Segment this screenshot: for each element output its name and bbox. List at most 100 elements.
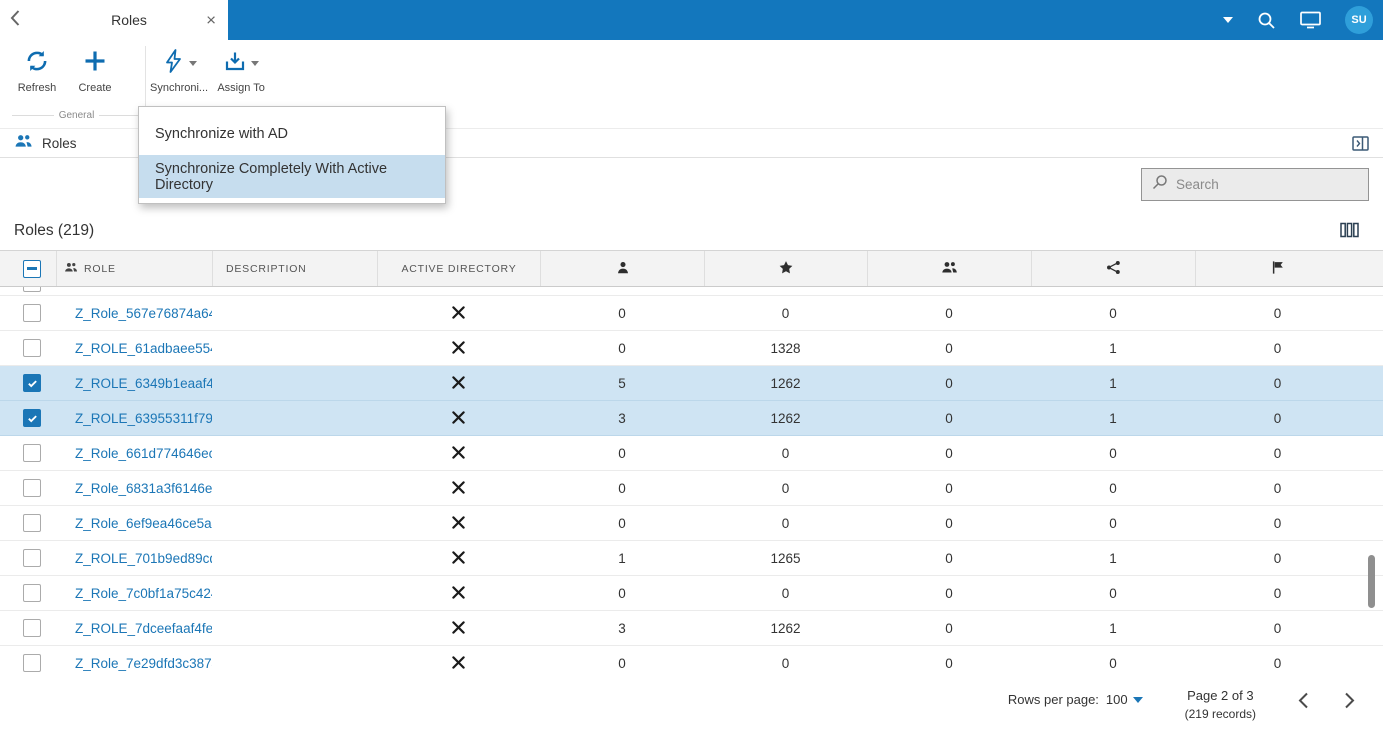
count-cell: 0 — [1109, 480, 1117, 496]
role-link[interactable]: Z_Role_7e29dfd3c387403 — [75, 656, 212, 671]
count-cell: 1 — [1109, 620, 1117, 636]
collapse-panel-icon[interactable] — [1352, 135, 1369, 151]
row-checkbox[interactable] — [23, 654, 41, 672]
table-header: ROLE DESCRIPTION ACTIVE DIRECTORY — [0, 250, 1383, 287]
count-cell: 0 — [618, 585, 626, 601]
count-cell: 0 — [618, 515, 626, 531]
table-row[interactable]: Z_ROLE_63955311f79c49 3 1262 0 1 0 — [0, 401, 1383, 436]
count-cell: 0 — [1109, 655, 1117, 671]
table-row[interactable]: Z_Role_661d774646ec406 0 0 0 0 0 — [0, 436, 1383, 471]
refresh-icon — [24, 48, 50, 79]
rows-per-page: Rows per page: 100 — [1008, 692, 1143, 707]
table-row[interactable]: Z_Role_6831a3f6146e440 0 0 0 0 0 — [0, 471, 1383, 506]
menu-item-synchronize-completely[interactable]: Synchronize Completely With Active Direc… — [139, 155, 445, 198]
tab-close-icon[interactable]: × — [206, 12, 216, 29]
topbar-dropdown-caret[interactable] — [1223, 17, 1233, 23]
count-cell: 0 — [781, 445, 790, 461]
table-row[interactable]: Z_Role_7c0bf1a75c424fa6 0 0 0 0 0 — [0, 576, 1383, 611]
pager — [1298, 692, 1355, 709]
person-icon — [616, 260, 630, 278]
count-cell: 0 — [781, 585, 790, 601]
cross-icon — [452, 585, 465, 599]
row-checkbox[interactable] — [23, 479, 41, 497]
role-link[interactable]: Z_Role_661d774646ec406 — [75, 446, 212, 461]
count-cell: 1 — [1109, 410, 1117, 426]
scrollbar-thumb[interactable] — [1368, 555, 1375, 608]
count-cell: 0 — [1273, 480, 1282, 496]
column-header-description[interactable]: DESCRIPTION — [212, 251, 377, 286]
page-label: Page 2 of 3 — [1187, 688, 1254, 703]
search-field — [1141, 168, 1369, 201]
row-checkbox[interactable] — [23, 444, 41, 462]
tab-label: Roles — [111, 12, 147, 28]
column-header-active-directory[interactable]: ACTIVE DIRECTORY — [377, 251, 540, 286]
chevron-left-icon — [9, 9, 21, 32]
scrollbar[interactable] — [1368, 287, 1375, 675]
column-header-role[interactable]: ROLE — [56, 251, 212, 286]
row-checkbox[interactable] — [23, 287, 41, 292]
select-all-checkbox[interactable] — [23, 259, 41, 278]
table-row-partial[interactable] — [0, 287, 1383, 296]
table-row[interactable]: Z_ROLE_7dceefaaf4fe40e 3 1262 0 1 0 — [0, 611, 1383, 646]
row-checkbox[interactable] — [23, 514, 41, 532]
next-page-button[interactable] — [1344, 692, 1355, 709]
table-row[interactable]: Z_ROLE_6349b1eaaf4244 5 1262 0 1 0 — [0, 366, 1383, 401]
table-row[interactable]: Z_Role_7e29dfd3c387403 0 0 0 0 0 — [0, 646, 1383, 675]
row-checkbox[interactable] — [23, 374, 41, 392]
role-link[interactable]: Z_ROLE_6349b1eaaf4244 — [75, 376, 212, 391]
column-chooser-icon[interactable] — [1340, 222, 1359, 243]
create-button[interactable]: Create — [66, 40, 124, 96]
monitor-icon[interactable] — [1300, 11, 1321, 29]
flag-icon — [1271, 260, 1285, 278]
header-checkbox-cell — [0, 251, 56, 286]
role-link[interactable]: Z_ROLE_63955311f79c49 — [75, 411, 212, 426]
search-input[interactable] — [1176, 177, 1358, 192]
role-link[interactable]: Z_Role_6831a3f6146e440 — [75, 481, 212, 496]
role-link[interactable]: Z_Role_567e76874a64470 — [75, 306, 212, 321]
count-cell: 0 — [945, 550, 953, 566]
row-checkbox[interactable] — [23, 304, 41, 322]
table-row[interactable]: Z_ROLE_701b9ed89cdf45 1 1265 0 1 0 — [0, 541, 1383, 576]
role-link[interactable]: Z_Role_7c0bf1a75c424fa6 — [75, 586, 212, 601]
page-title: Roles (219) — [14, 222, 95, 239]
role-link[interactable]: Z_ROLE_701b9ed89cdf45 — [75, 551, 212, 566]
people-icon — [941, 260, 958, 277]
count-cell: 0 — [1273, 585, 1282, 601]
count-cell: 0 — [945, 305, 953, 321]
cross-icon — [452, 375, 465, 389]
table-row[interactable]: Z_Role_567e76874a64470 0 0 0 0 0 — [0, 296, 1383, 331]
magnifier-icon — [1152, 174, 1168, 195]
count-cell: 0 — [1273, 305, 1282, 321]
count-cell: 0 — [945, 655, 953, 671]
column-header-flag[interactable] — [1195, 251, 1360, 286]
role-link[interactable]: Z_Role_6ef9ea46ce5a4b1 — [75, 516, 212, 531]
column-header-share[interactable] — [1031, 251, 1195, 286]
chevron-down-icon[interactable] — [189, 60, 198, 66]
assign-to-button[interactable]: Assign To — [212, 40, 270, 96]
refresh-button[interactable]: Refresh — [8, 40, 66, 96]
role-link[interactable]: Z_ROLE_61adbaee554c41 — [75, 341, 212, 356]
avatar[interactable]: SU — [1345, 6, 1373, 34]
row-checkbox[interactable] — [23, 409, 41, 427]
people-icon — [14, 133, 33, 153]
back-button[interactable] — [0, 0, 30, 40]
refresh-label: Refresh — [17, 82, 57, 94]
chevron-down-icon[interactable] — [251, 60, 260, 66]
rows-per-page-select[interactable]: 100 — [1106, 692, 1143, 707]
column-header-star[interactable] — [704, 251, 867, 286]
column-header-people[interactable] — [867, 251, 1031, 286]
table-row[interactable]: Z_Role_6ef9ea46ce5a4b1 0 0 0 0 0 — [0, 506, 1383, 541]
menu-item-synchronize-with-ad[interactable]: Synchronize with AD — [139, 112, 445, 155]
row-checkbox[interactable] — [23, 339, 41, 357]
toolbar-group-general: Refresh Create General — [8, 40, 145, 121]
synchronize-button[interactable]: Synchroni... — [146, 40, 212, 96]
search-icon[interactable] — [1257, 11, 1276, 30]
previous-page-button[interactable] — [1298, 692, 1309, 709]
role-link[interactable]: Z_ROLE_7dceefaaf4fe40e — [75, 621, 212, 636]
table-row[interactable]: Z_ROLE_61adbaee554c41 0 1328 0 1 0 — [0, 331, 1383, 366]
tab-roles[interactable]: Roles × — [30, 0, 228, 40]
row-checkbox[interactable] — [23, 619, 41, 637]
row-checkbox[interactable] — [23, 549, 41, 567]
column-header-person[interactable] — [540, 251, 704, 286]
row-checkbox[interactable] — [23, 584, 41, 602]
